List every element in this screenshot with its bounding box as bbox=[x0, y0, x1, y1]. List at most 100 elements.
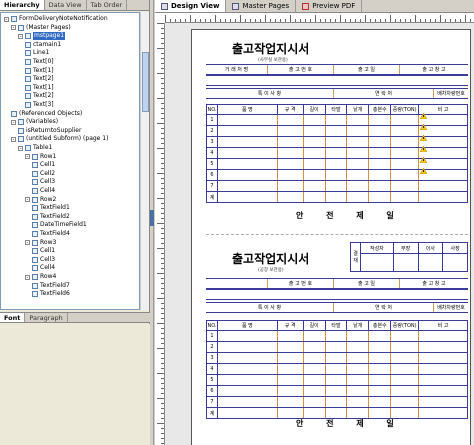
table-row[interactable]: 4 bbox=[206, 363, 468, 375]
tree-item[interactable]: Text[0] bbox=[25, 58, 54, 66]
collapse-icon[interactable]: - bbox=[25, 240, 30, 246]
tree-item[interactable]: Text[3] bbox=[25, 101, 54, 109]
table-cell[interactable] bbox=[418, 363, 468, 375]
table-cell[interactable] bbox=[324, 363, 348, 375]
table-cell[interactable] bbox=[346, 169, 370, 181]
table-cell[interactable] bbox=[418, 385, 468, 397]
table-cell[interactable] bbox=[324, 180, 348, 192]
table-cell[interactable] bbox=[418, 341, 468, 353]
tree-item[interactable]: - Table1 bbox=[18, 144, 52, 152]
row-number[interactable]: 3 bbox=[206, 136, 218, 148]
tree-item[interactable]: Cell1 bbox=[32, 161, 55, 169]
table-cell[interactable] bbox=[276, 147, 304, 159]
collapse-icon[interactable]: - bbox=[25, 274, 30, 280]
warning-icon[interactable] bbox=[419, 156, 427, 164]
tree-item[interactable]: Cell3 bbox=[32, 178, 55, 186]
table-cell[interactable] bbox=[390, 136, 420, 148]
tree-item[interactable]: isReturntoSupplier bbox=[18, 127, 81, 135]
table-cell[interactable] bbox=[216, 125, 278, 137]
table-cell[interactable] bbox=[302, 385, 326, 397]
table-cell[interactable] bbox=[346, 191, 370, 203]
tab-design-view[interactable]: Design View bbox=[155, 0, 227, 12]
collapse-icon[interactable]: - bbox=[11, 119, 16, 125]
table-cell[interactable] bbox=[390, 158, 420, 170]
table-cell[interactable] bbox=[390, 180, 420, 192]
table-cell[interactable] bbox=[390, 114, 420, 126]
tab-font[interactable]: Font bbox=[0, 313, 26, 322]
table-row[interactable]: 계 bbox=[206, 407, 468, 419]
form1-remarks-row[interactable]: 특 이 사 항 연 락 처 배차차량번호 bbox=[206, 88, 468, 99]
row-number[interactable]: 7 bbox=[206, 396, 218, 408]
table-cell[interactable] bbox=[390, 125, 420, 137]
table-cell[interactable] bbox=[346, 407, 370, 419]
table-cell[interactable] bbox=[216, 363, 278, 375]
table-cell[interactable] bbox=[346, 125, 370, 137]
tree-item[interactable]: TextField2 bbox=[32, 213, 70, 221]
row-number[interactable]: 6 bbox=[206, 169, 218, 181]
table-cell[interactable] bbox=[302, 180, 326, 192]
table-row[interactable]: 7 bbox=[206, 396, 468, 408]
table-cell[interactable] bbox=[346, 330, 370, 342]
table-cell[interactable] bbox=[346, 396, 370, 408]
table-cell[interactable] bbox=[324, 125, 348, 137]
table-cell[interactable] bbox=[368, 136, 392, 148]
row-number[interactable]: 3 bbox=[206, 352, 218, 364]
table-cell[interactable] bbox=[302, 363, 326, 375]
warning-icon[interactable] bbox=[419, 123, 427, 131]
table-row[interactable]: 1 bbox=[206, 112, 468, 126]
collapse-icon[interactable]: - bbox=[11, 136, 16, 142]
table-cell[interactable] bbox=[368, 374, 392, 386]
table-cell[interactable] bbox=[276, 125, 304, 137]
form1-subtitle[interactable]: (사무실 보관용) bbox=[258, 57, 288, 63]
table-cell[interactable] bbox=[276, 363, 304, 375]
table-cell[interactable] bbox=[216, 374, 278, 386]
tree-item[interactable]: - mstpage1 bbox=[18, 32, 66, 41]
tree-item[interactable]: Cell4 bbox=[32, 264, 55, 272]
row-number[interactable]: 계 bbox=[206, 407, 218, 419]
table-cell[interactable] bbox=[368, 169, 392, 181]
table-cell[interactable] bbox=[302, 352, 326, 364]
table-cell[interactable] bbox=[390, 341, 420, 353]
table-cell[interactable] bbox=[390, 147, 420, 159]
table-cell[interactable] bbox=[216, 158, 278, 170]
table-cell[interactable] bbox=[324, 191, 348, 203]
table-cell[interactable] bbox=[346, 136, 370, 148]
table-cell[interactable] bbox=[302, 407, 326, 419]
table-row[interactable]: 계 bbox=[206, 191, 468, 203]
table-cell[interactable] bbox=[368, 180, 392, 192]
table-row[interactable]: 5 bbox=[206, 374, 468, 386]
row-number[interactable]: 6 bbox=[206, 385, 218, 397]
table-row[interactable]: 3 bbox=[206, 352, 468, 364]
table-cell[interactable] bbox=[390, 191, 420, 203]
table-cell[interactable] bbox=[216, 385, 278, 397]
warning-icon[interactable] bbox=[419, 145, 427, 153]
table-cell[interactable] bbox=[302, 114, 326, 126]
table-cell[interactable] bbox=[302, 341, 326, 353]
table-cell[interactable] bbox=[346, 341, 370, 353]
collapse-icon[interactable]: - bbox=[4, 16, 9, 22]
table-cell[interactable] bbox=[368, 352, 392, 364]
form-page[interactable]: 출고작업지시서 (사무실 보관용) 거 래 처 명 출 고 번 호 출 고 일 … bbox=[191, 29, 471, 445]
table-cell[interactable] bbox=[346, 363, 370, 375]
table-cell[interactable] bbox=[302, 169, 326, 181]
tree-item[interactable]: - (Variables) bbox=[11, 118, 58, 126]
tree-item[interactable]: - (Master Pages) bbox=[11, 24, 71, 32]
table-cell[interactable] bbox=[324, 374, 348, 386]
tree-item[interactable]: Text[2] bbox=[25, 92, 54, 100]
table-cell[interactable] bbox=[346, 180, 370, 192]
row-number[interactable]: 계 bbox=[206, 191, 218, 203]
tree-item[interactable]: - Row1 bbox=[25, 153, 56, 161]
table-cell[interactable] bbox=[368, 330, 392, 342]
row-number[interactable]: 1 bbox=[206, 114, 218, 126]
table-cell[interactable] bbox=[324, 169, 348, 181]
table-cell[interactable] bbox=[346, 147, 370, 159]
form1-value-row[interactable] bbox=[206, 75, 468, 86]
table-cell[interactable] bbox=[302, 125, 326, 137]
table-cell[interactable] bbox=[368, 158, 392, 170]
table-cell[interactable] bbox=[418, 396, 468, 408]
warning-icon[interactable] bbox=[419, 112, 427, 120]
table-cell[interactable] bbox=[324, 330, 348, 342]
table-cell[interactable] bbox=[368, 407, 392, 419]
table-cell[interactable] bbox=[390, 352, 420, 364]
table-cell[interactable] bbox=[276, 330, 304, 342]
